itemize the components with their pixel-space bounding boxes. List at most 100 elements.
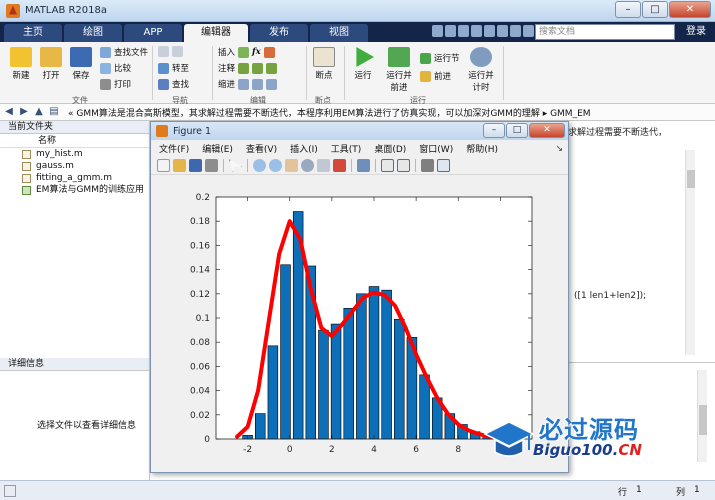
breakpoints-button[interactable]: 断点 bbox=[310, 47, 338, 81]
advance-button[interactable]: 前进 bbox=[420, 70, 451, 82]
file-item[interactable]: gauss.m bbox=[0, 160, 149, 172]
find-files-icon bbox=[100, 46, 111, 58]
histogram-bar bbox=[368, 286, 380, 440]
menu-help[interactable]: 帮助(H) bbox=[466, 142, 498, 155]
col-value: 1 bbox=[694, 485, 700, 495]
zoom-in-icon[interactable] bbox=[253, 159, 266, 172]
site-watermark: 必过源码 Biguo100.CN bbox=[483, 408, 683, 466]
tab-publish[interactable]: 发布 bbox=[250, 24, 308, 42]
paste-icon[interactable] bbox=[471, 25, 482, 37]
tab-plots[interactable]: 绘图 bbox=[64, 24, 122, 42]
minimize-button[interactable]: – bbox=[615, 1, 641, 18]
hide-plot-tools-icon[interactable] bbox=[421, 159, 434, 172]
x-tick-label: 0 bbox=[287, 445, 293, 455]
close-button[interactable]: ✕ bbox=[669, 1, 711, 18]
figure-title-bar: Figure 1 – □ ✕ bbox=[151, 122, 568, 140]
scrollbar-thumb[interactable] bbox=[687, 170, 695, 188]
login-button[interactable]: 登录 bbox=[680, 24, 712, 40]
brush-icon[interactable] bbox=[333, 159, 346, 172]
pan-hand-icon[interactable] bbox=[285, 159, 298, 172]
up-folder-icon[interactable]: ▲ bbox=[33, 106, 45, 118]
menu-file[interactable]: 文件(F) bbox=[159, 142, 189, 155]
tab-view[interactable]: 视图 bbox=[310, 24, 368, 42]
forward-icon bbox=[172, 46, 183, 57]
find-label: 查找 bbox=[172, 80, 190, 90]
menu-view[interactable]: 查看(V) bbox=[246, 142, 277, 155]
run-button[interactable]: 运行 bbox=[350, 47, 376, 81]
save-figure-icon[interactable] bbox=[189, 159, 202, 172]
zoom-out-icon[interactable] bbox=[269, 159, 282, 172]
show-plot-tools-icon[interactable] bbox=[437, 159, 450, 172]
nav-back-forward[interactable] bbox=[158, 46, 183, 57]
print-figure-icon[interactable] bbox=[205, 159, 218, 172]
edit-plot-arrow-icon[interactable] bbox=[229, 159, 242, 172]
scrollbar-thumb[interactable] bbox=[699, 405, 707, 435]
y-tick-label: 0.14 bbox=[190, 266, 210, 276]
file-item[interactable]: my_hist.m bbox=[0, 148, 149, 160]
file-item[interactable]: EM算法与GMM的训练应用 bbox=[0, 184, 149, 196]
toolbar-separator bbox=[223, 159, 224, 172]
dock-icon[interactable]: ↘ bbox=[555, 144, 563, 154]
find-button[interactable]: 查找 bbox=[158, 78, 189, 90]
find-files-button[interactable]: 查找文件 bbox=[100, 46, 148, 58]
maximize-button[interactable]: □ bbox=[642, 1, 668, 18]
figure-minimize-button[interactable]: – bbox=[483, 123, 505, 138]
legend-icon[interactable] bbox=[397, 159, 410, 172]
histogram-bar bbox=[419, 374, 430, 440]
tab-editor[interactable]: 编辑器 bbox=[184, 24, 248, 42]
browse-folder-icon[interactable]: ▤ bbox=[48, 106, 60, 118]
cut-icon[interactable] bbox=[445, 25, 456, 37]
editor-scrollbar[interactable] bbox=[685, 150, 695, 355]
save-button[interactable]: 保存 bbox=[68, 47, 94, 81]
forward-arrow-icon[interactable]: ▶ bbox=[18, 106, 30, 118]
comment-button[interactable]: 注释 bbox=[218, 62, 278, 74]
compare-icon bbox=[100, 62, 111, 74]
x-tick-label: 2 bbox=[329, 445, 335, 455]
search-docs-input[interactable]: 搜索文档 bbox=[535, 24, 675, 40]
details-title: 详细信息 bbox=[0, 358, 149, 371]
advance-icon bbox=[420, 70, 431, 82]
y-tick-label: 0.18 bbox=[190, 217, 210, 227]
histogram-bar bbox=[343, 308, 354, 440]
save-icon[interactable] bbox=[432, 25, 443, 37]
open-file-icon[interactable] bbox=[173, 159, 186, 172]
command-window-scrollbar[interactable] bbox=[697, 370, 707, 462]
link-plot-icon[interactable] bbox=[357, 159, 370, 172]
help-icon[interactable] bbox=[523, 25, 534, 37]
new-button[interactable]: 新建 bbox=[8, 47, 34, 81]
tab-home[interactable]: 主页 bbox=[4, 24, 62, 42]
menu-desktop[interactable]: 桌面(D) bbox=[374, 142, 406, 155]
back-arrow-icon[interactable]: ◀ bbox=[3, 106, 15, 118]
insert-button[interactable]: 插入 fx bbox=[218, 46, 275, 58]
file-item[interactable]: fitting_a_gmm.m bbox=[0, 172, 149, 184]
run-section-button[interactable]: 运行节 bbox=[420, 52, 460, 64]
run-advance-label-2: 前进 bbox=[390, 83, 408, 93]
rotate-3d-icon[interactable] bbox=[301, 159, 314, 172]
redo-icon[interactable] bbox=[497, 25, 508, 37]
file-name: gauss.m bbox=[36, 161, 74, 171]
menu-tools[interactable]: 工具(T) bbox=[331, 142, 362, 155]
copy-icon[interactable] bbox=[458, 25, 469, 37]
folder-path[interactable]: « GMM算法是混合高斯模型，其求解过程需要不断迭代，本程序利用EM算法进行了仿… bbox=[68, 106, 591, 119]
goto-button[interactable]: 转至 bbox=[158, 62, 189, 74]
menu-window[interactable]: 窗口(W) bbox=[419, 142, 453, 155]
figure-maximize-button[interactable]: □ bbox=[506, 123, 528, 138]
tab-apps[interactable]: APP bbox=[124, 24, 182, 42]
run-and-time-button[interactable]: 运行并 计时 bbox=[466, 47, 496, 93]
run-and-advance-button[interactable]: 运行并 前进 bbox=[384, 47, 414, 93]
menu-edit[interactable]: 编辑(E) bbox=[202, 142, 233, 155]
run-time-label-1: 运行并 bbox=[468, 71, 494, 81]
name-column-header[interactable]: 名称 bbox=[0, 134, 149, 148]
undo-icon[interactable] bbox=[484, 25, 495, 37]
print-button[interactable]: 打印 bbox=[100, 78, 131, 90]
new-figure-icon[interactable] bbox=[157, 159, 170, 172]
figure-close-button[interactable]: ✕ bbox=[529, 123, 565, 138]
switch-windows-icon[interactable] bbox=[510, 25, 521, 37]
data-cursor-icon[interactable] bbox=[317, 159, 330, 172]
open-button[interactable]: 打开 bbox=[38, 47, 64, 81]
menu-insert[interactable]: 插入(I) bbox=[290, 142, 318, 155]
compare-button[interactable]: 比较 bbox=[100, 62, 131, 74]
colorbar-icon[interactable] bbox=[381, 159, 394, 172]
find-files-label: 查找文件 bbox=[114, 48, 149, 58]
indent-button[interactable]: 缩进 bbox=[218, 78, 278, 90]
